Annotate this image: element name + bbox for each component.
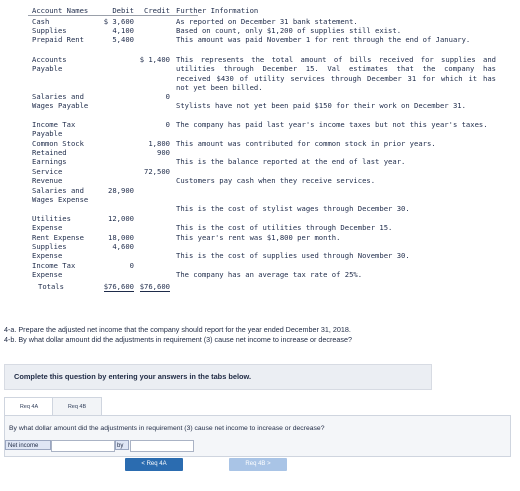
debit-value: 5,400 bbox=[112, 35, 134, 44]
trial-balance: Account Names Debit Credit Further Infor… bbox=[28, 6, 502, 296]
by-label: by bbox=[115, 440, 129, 450]
credit-value: $ 1,400 bbox=[139, 55, 170, 64]
credit-value: 1,800 bbox=[148, 139, 170, 148]
further-info: Customers pay cash when they receive ser… bbox=[176, 176, 376, 185]
account-name: Income Tax Payable bbox=[32, 120, 76, 139]
question-text: By what dollar amount did the adjustment… bbox=[9, 425, 325, 432]
instruction-panel: Complete this question by entering your … bbox=[4, 364, 432, 390]
instruction-text: Complete this question by entering your … bbox=[14, 372, 252, 381]
further-info: This is the cost of supplies used throug… bbox=[176, 251, 410, 260]
debit-total: $76,600 bbox=[103, 282, 134, 293]
debit-value: 0 bbox=[129, 261, 134, 270]
credit-value: 0 bbox=[165, 92, 170, 101]
account-name: Retained Earnings bbox=[32, 148, 67, 167]
account-name: Supplies bbox=[32, 26, 67, 35]
header-debit: Debit bbox=[112, 6, 134, 15]
credit-value: 72,500 bbox=[144, 167, 170, 176]
debit-value: 4,100 bbox=[112, 26, 134, 35]
further-info: The company has paid last year's income … bbox=[176, 120, 488, 129]
increase-decrease-select[interactable] bbox=[51, 440, 115, 452]
account-name: Salaries and Wages Payable bbox=[32, 92, 89, 111]
net-income-label: Net income bbox=[5, 440, 51, 450]
account-name: Accounts Payable bbox=[32, 55, 67, 74]
debit-value: 28,900 bbox=[108, 186, 134, 195]
credit-total: $76,600 bbox=[139, 282, 170, 293]
credit-value: 900 bbox=[157, 148, 170, 157]
header-divider bbox=[28, 15, 198, 16]
further-info: This is the cost of utilities through De… bbox=[176, 223, 393, 232]
next-req-4b-button[interactable]: Req 4B > bbox=[229, 458, 287, 471]
account-name: Service Revenue bbox=[32, 167, 63, 186]
debit-value: 12,000 bbox=[108, 214, 134, 223]
requirement-4b: 4-b. By what dollar amount did the adjus… bbox=[4, 334, 352, 344]
account-name: Rent Expense bbox=[32, 233, 84, 242]
further-info: Stylists have not yet been paid $150 for… bbox=[176, 101, 466, 110]
further-info: This is the cost of stylist wages throug… bbox=[176, 204, 410, 213]
totals-label: Totals bbox=[38, 282, 64, 291]
account-name: Utilities Expense bbox=[32, 214, 71, 233]
account-name: Prepaid Rent bbox=[32, 35, 84, 44]
further-info: This year's rent was $1,800 per month. bbox=[176, 233, 341, 242]
account-name: Salaries and Wages Expense bbox=[32, 186, 89, 205]
further-info: The company has an average tax rate of 2… bbox=[176, 270, 363, 279]
requirement-4a: 4-a. Prepare the adjusted net income tha… bbox=[4, 325, 351, 334]
credit-value: 0 bbox=[165, 120, 170, 129]
tab-req-4a[interactable]: Req 4A bbox=[4, 397, 54, 416]
debit-value: 18,000 bbox=[108, 233, 134, 242]
header-account: Account Names bbox=[32, 6, 89, 15]
account-name: Income Tax Expense bbox=[32, 261, 76, 280]
further-info: This amount was paid November 1 for rent… bbox=[176, 35, 471, 44]
further-info: This represents the total amount of bill… bbox=[176, 55, 496, 92]
amount-input[interactable] bbox=[130, 440, 194, 452]
further-info: This amount was contributed for common s… bbox=[176, 139, 436, 148]
question-panel: By what dollar amount did the adjustment… bbox=[4, 415, 511, 457]
account-name: Supplies Expense bbox=[32, 242, 67, 261]
account-name: Common Stock bbox=[32, 139, 84, 148]
requirements-text: 4-a. Prepare the adjusted net income tha… bbox=[4, 325, 509, 344]
further-info: This is the balance reported at the end … bbox=[176, 157, 406, 166]
further-info: As reported on December 31 bank statemen… bbox=[176, 17, 358, 26]
header-credit: Credit bbox=[144, 6, 170, 15]
further-info: Based on count, only $1,200 of supplies … bbox=[176, 26, 402, 35]
tab-req-4b[interactable]: Req 4B bbox=[52, 397, 102, 416]
debit-value: 4,600 bbox=[112, 242, 134, 251]
tab-bar: Req 4A Req 4B bbox=[4, 397, 509, 416]
prev-req-4a-button[interactable]: < Req 4A bbox=[125, 458, 183, 471]
account-name: Cash bbox=[32, 17, 50, 26]
header-info: Further Information bbox=[176, 6, 259, 15]
debit-value: $ 3,600 bbox=[103, 17, 134, 26]
